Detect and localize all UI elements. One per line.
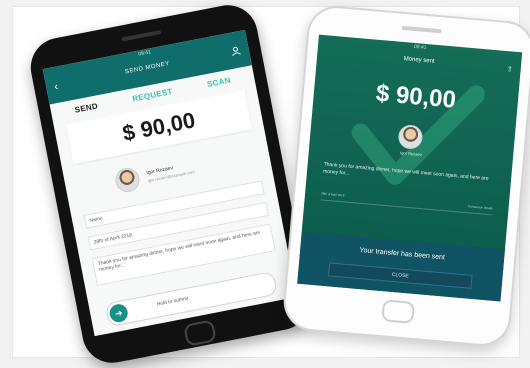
arrow-right-icon: ➜: [108, 302, 130, 324]
image-frame: 09:41 ‹ SEND MONEY SEND REQUEST SCAN $ 9…: [12, 0, 530, 368]
tab-request[interactable]: REQUEST: [132, 87, 174, 104]
hold-to-submit-button[interactable]: ➜ Hold to submit: [104, 270, 279, 328]
tab-scan[interactable]: SCAN: [206, 76, 231, 89]
confirmation-banner: Your transfer has been sent CLOSE: [297, 231, 505, 302]
user-icon[interactable]: [230, 45, 242, 57]
left-phone: 09:41 ‹ SEND MONEY SEND REQUEST SCAN $ 9…: [25, 0, 315, 368]
left-screen: 09:41 ‹ SEND MONEY SEND REQUEST SCAN $ 9…: [42, 29, 297, 337]
tab-send[interactable]: SEND: [74, 101, 99, 114]
transaction-details-link[interactable]: Transaction details: [467, 204, 492, 210]
speaker: [121, 29, 162, 42]
avatar: [113, 165, 142, 195]
status-time: 09:41: [413, 43, 427, 52]
speaker: [401, 25, 442, 34]
close-button[interactable]: CLOSE: [327, 262, 473, 289]
share-icon[interactable]: ⇧: [506, 65, 513, 73]
submit-label: Hold to submit: [156, 295, 189, 308]
home-button[interactable]: [381, 299, 416, 324]
status-time: 09:41: [137, 49, 152, 58]
home-button[interactable]: [183, 319, 217, 347]
transaction-date: 28th of April 2018: [320, 191, 345, 198]
right-phone: 09:41 Money sent ⇧ $ 90,00 Igor Rezaev T…: [281, 3, 530, 349]
right-screen: 09:41 Money sent ⇧ $ 90,00 Igor Rezaev T…: [297, 34, 523, 302]
recipient-info: Igor Rezaev igor.rezaev@example.com: [146, 161, 195, 183]
